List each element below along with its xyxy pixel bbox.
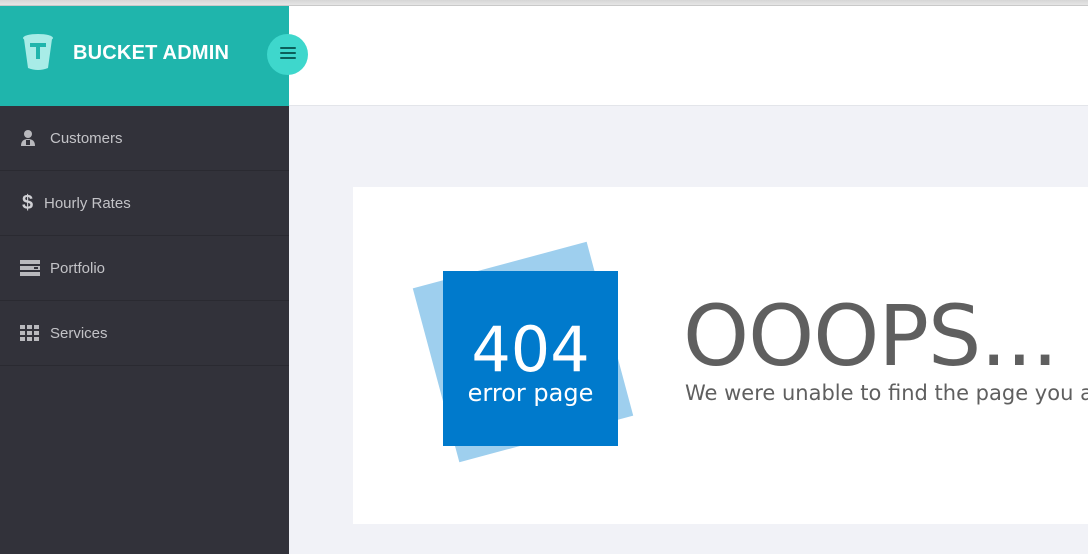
dollar-icon: $ bbox=[22, 191, 34, 214]
app-title: BUCKET ADMIN bbox=[73, 42, 230, 64]
hamburger-icon bbox=[279, 46, 296, 64]
top-header bbox=[289, 6, 1088, 106]
sidebar-item-label: Hourly Rates bbox=[44, 194, 131, 212]
sidebar-item-label: Services bbox=[50, 324, 108, 342]
user-icon bbox=[20, 128, 42, 148]
error-code: 404 bbox=[471, 313, 590, 386]
sidebar-item-services[interactable]: Services bbox=[0, 301, 289, 366]
error-heading: OOOPS... bbox=[683, 287, 1058, 385]
error-caption: error page bbox=[467, 379, 594, 407]
sidebar: Customers $ Hourly Rates Portfolio Servi… bbox=[0, 106, 289, 554]
bucket-icon bbox=[22, 33, 54, 71]
server-icon bbox=[20, 258, 42, 278]
sidebar-item-hourly-rates[interactable]: $ Hourly Rates bbox=[0, 171, 289, 236]
sidebar-item-customers[interactable]: Customers bbox=[0, 106, 289, 171]
sidebar-item-label: Customers bbox=[50, 129, 123, 147]
error-tile: 404 error page bbox=[443, 271, 618, 446]
sidebar-item-label: Portfolio bbox=[50, 259, 106, 277]
error-message: We were unable to find the page you are … bbox=[685, 381, 1088, 405]
error-panel: 404 error page OOOPS... We were unable t… bbox=[353, 187, 1088, 524]
grid-icon bbox=[20, 323, 42, 343]
sidebar-toggle-button[interactable] bbox=[267, 34, 308, 75]
brand-header: BUCKET ADMIN bbox=[0, 6, 289, 106]
sidebar-item-portfolio[interactable]: Portfolio bbox=[0, 236, 289, 301]
